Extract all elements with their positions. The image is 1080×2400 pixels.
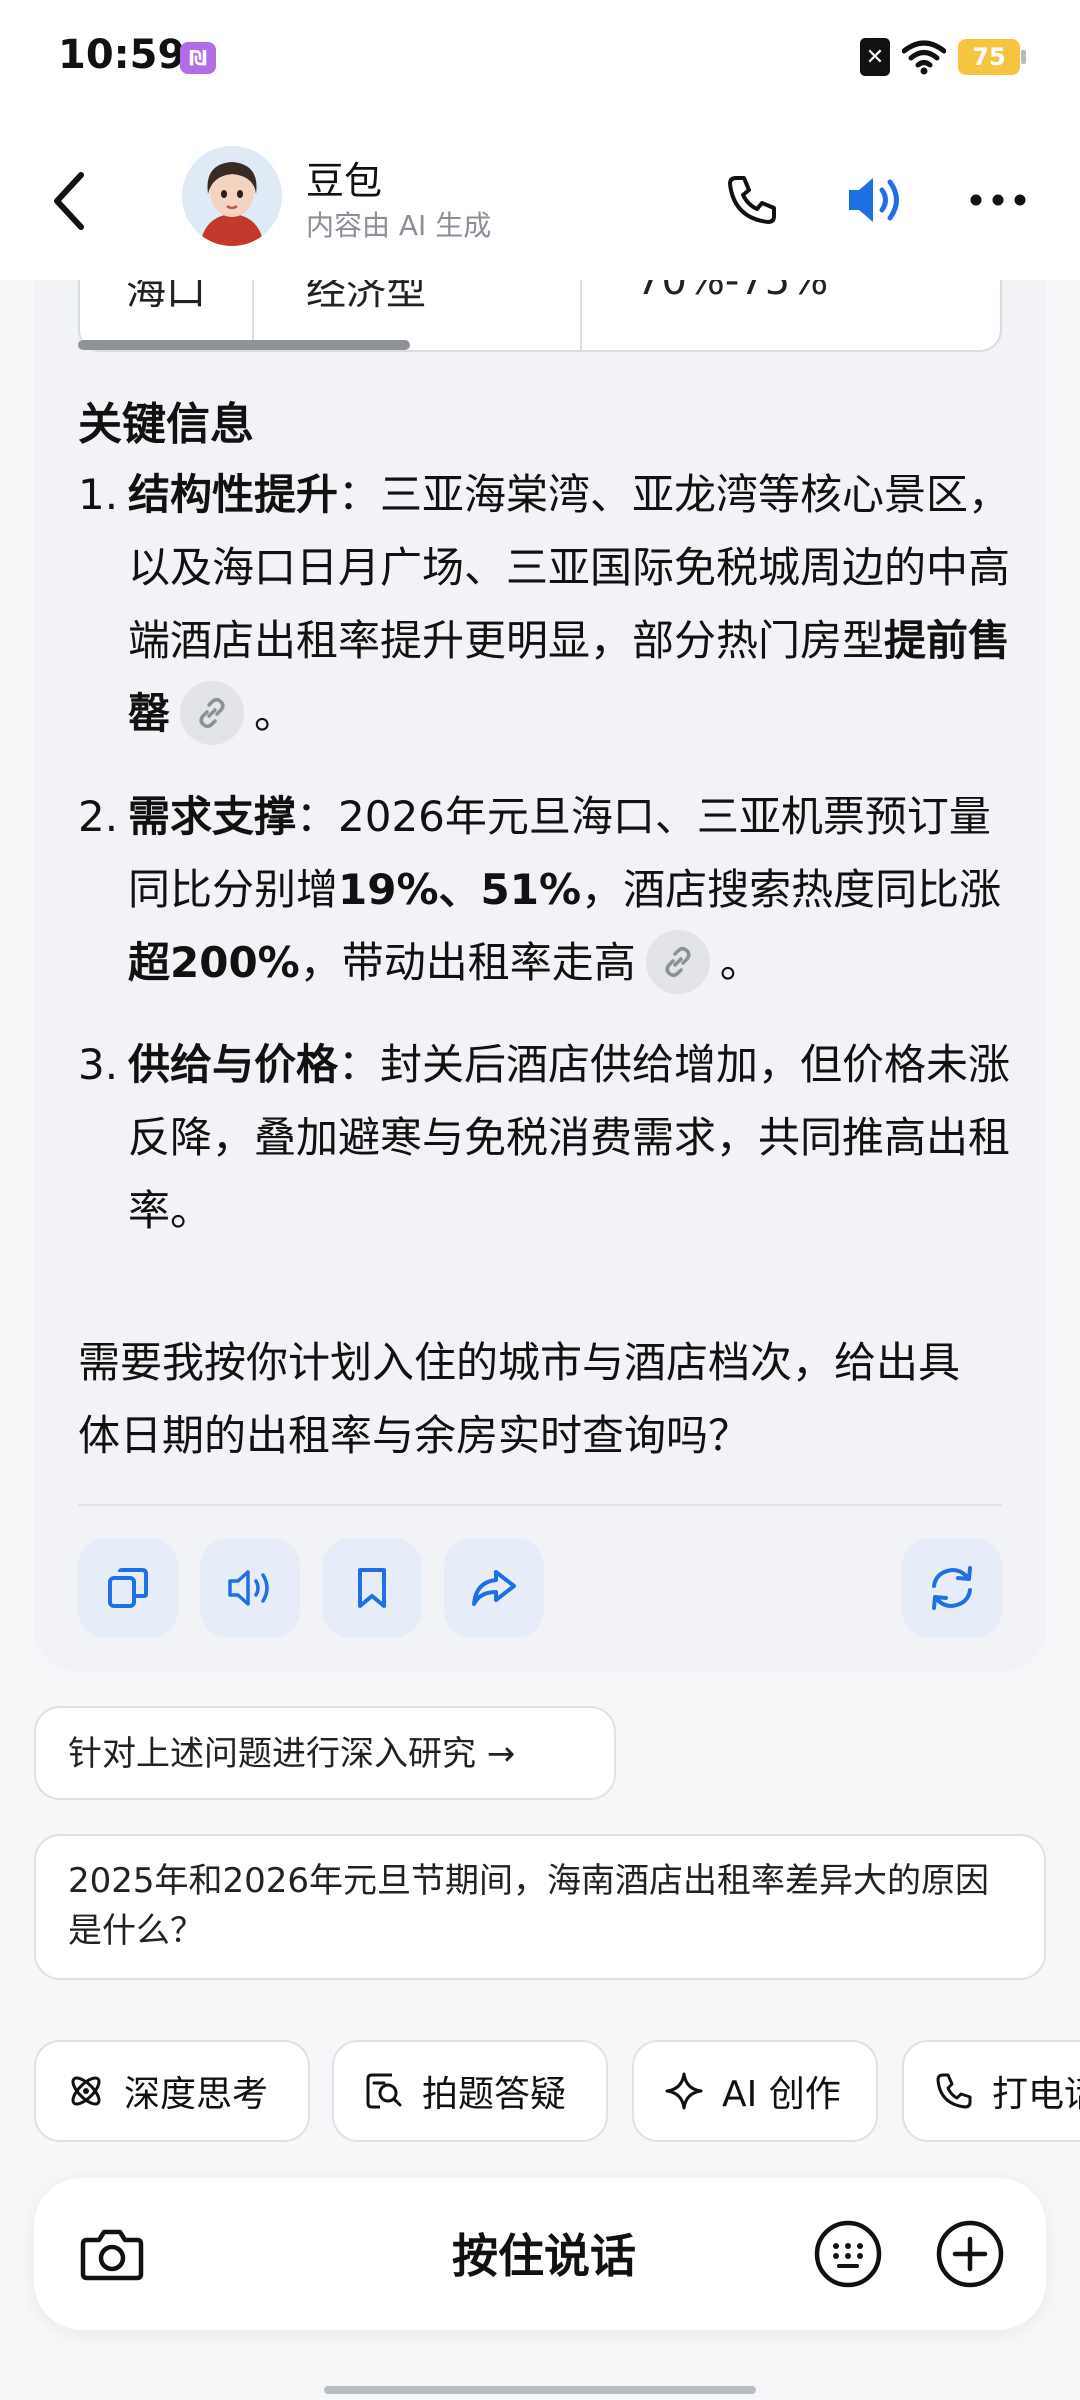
call-button[interactable] <box>716 164 788 236</box>
tool-label: 拍题答疑 <box>422 2074 567 2115</box>
link-icon <box>665 946 691 977</box>
bookmark-icon <box>358 1568 386 1608</box>
status-time: 10:59 <box>58 32 186 78</box>
copy-button[interactable] <box>78 1538 178 1638</box>
citation-link-button[interactable] <box>180 680 245 745</box>
table-cell: 70%-75% <box>636 280 829 304</box>
plus-icon <box>936 2220 1004 2288</box>
sparkle-icon <box>664 2071 704 2111</box>
tool-deep-thinking[interactable]: 深度思考 <box>34 2040 310 2142</box>
section-title: 关键信息 <box>78 399 254 450</box>
voice-output-button[interactable] <box>840 164 912 236</box>
keyboard-button[interactable] <box>810 2216 886 2292</box>
app-notification-icon: ₪ <box>180 42 216 74</box>
regenerate-icon <box>932 1566 972 1610</box>
home-indicator <box>324 2386 756 2394</box>
table-cell: 经济型 <box>306 280 426 314</box>
item-title: 供给与价格 <box>128 1040 339 1089</box>
atom-icon <box>66 2071 106 2111</box>
table-scrollbar[interactable] <box>78 340 410 350</box>
speaker-icon <box>849 178 899 222</box>
list-item: 3. 供给与价格：封关后酒店供给增加，但价格未涨反降，叠加避寒与免税消费需求，共… <box>78 1028 1018 1247</box>
more-button[interactable] <box>962 164 1034 236</box>
tool-call[interactable]: 打电话 <box>902 2040 1080 2142</box>
avatar-image <box>182 146 282 246</box>
item-tail: 。 <box>719 938 762 987</box>
chat-title: 豆包 <box>306 159 383 203</box>
back-button[interactable] <box>44 168 94 234</box>
list-item: 2. 需求支撑：2026年元旦海口、三亚机票预订量同比分别增19%、51%，酒店… <box>78 780 1018 999</box>
chat-header: 豆包 内容由 AI 生成 <box>0 120 1080 280</box>
list-item-text: 需求支撑：2026年元旦海口、三亚机票预订量同比分别增19%、51%，酒店搜索热… <box>128 780 1018 999</box>
camera-icon <box>80 2229 144 2281</box>
keyboard-icon <box>814 2220 882 2288</box>
list-number: 2. <box>78 792 119 841</box>
citation-link-button[interactable] <box>645 929 710 994</box>
photo-question-icon <box>364 2071 404 2111</box>
wifi-icon <box>902 40 946 75</box>
list-number: 1. <box>78 470 119 519</box>
bookmark-button[interactable] <box>322 1538 422 1638</box>
divider <box>78 1504 1002 1506</box>
tool-label: AI 创作 <box>722 2074 841 2115</box>
item-title: 需求支撑 <box>128 792 297 841</box>
list-item-text: 供给与价格：封关后酒店供给增加，但价格未涨反降，叠加避寒与免税消费需求，共同推高… <box>128 1028 1018 1247</box>
share-icon <box>472 1570 516 1606</box>
tool-ai-creation[interactable]: AI 创作 <box>632 2040 878 2142</box>
sim-off-icon: ✕ <box>860 38 890 76</box>
item-highlight: 超200% <box>128 938 300 987</box>
tool-photo-question[interactable]: 拍题答疑 <box>332 2040 608 2142</box>
list-item: 1. 结构性提升：三亚海棠湾、亚龙湾等核心景区，以及海口日月广场、三亚国际免税城… <box>78 458 1018 750</box>
input-bar: 按住说话 <box>34 2178 1046 2330</box>
item-title: 结构性提升 <box>128 470 339 519</box>
table-divider <box>580 280 582 350</box>
hold-to-talk-button[interactable]: 按住说话 <box>334 2220 754 2286</box>
camera-button[interactable] <box>74 2216 150 2292</box>
status-bar: 10:59 ₪ ✕ 75 <box>0 0 1080 120</box>
read-aloud-icon <box>228 1570 269 1606</box>
item-body: ，酒店搜索热度同比涨 <box>581 865 1002 914</box>
item-tail: 。 <box>254 689 297 738</box>
suggestion-deep-research[interactable]: 针对上述问题进行深入研究 → <box>34 1706 616 1800</box>
more-icon <box>970 194 1026 206</box>
table-cell: 海口 <box>126 280 206 314</box>
assistant-message-card: 海口 经济型 70%-75% 关键信息 1. 结构性提升：三亚海棠湾、亚龙湾等核… <box>34 280 1046 1672</box>
list-item-text: 结构性提升：三亚海棠湾、亚龙湾等核心景区，以及海口日月广场、三亚国际免税城周边的… <box>128 458 1018 750</box>
copy-icon <box>108 1568 148 1608</box>
follow-up-question: 需要我按你计划入住的城市与酒店档次，给出具体日期的出租率与余房实时查询吗？ <box>78 1338 961 1460</box>
item-body: ，带动出租率走高 <box>299 938 636 987</box>
phone-icon <box>934 2071 974 2111</box>
item-highlight: 19%、51% <box>338 865 582 914</box>
tool-label: 深度思考 <box>124 2074 269 2115</box>
read-aloud-button[interactable] <box>200 1538 300 1638</box>
chat-subtitle: 内容由 AI 生成 <box>306 209 492 242</box>
regenerate-button[interactable] <box>902 1538 1002 1638</box>
share-button[interactable] <box>444 1538 544 1638</box>
suggestion-question[interactable]: 2025年和2026年元旦节期间，海南酒店出租率差异大的原因是什么？ <box>34 1834 1046 1980</box>
battery-icon: 75 <box>958 39 1026 75</box>
link-icon <box>199 697 225 728</box>
back-icon <box>54 172 84 230</box>
status-icons: ✕ 75 <box>860 38 1026 76</box>
tool-label: 打电话 <box>992 2074 1080 2115</box>
phone-icon <box>728 176 776 224</box>
plus-button[interactable] <box>932 2216 1008 2292</box>
avatar[interactable] <box>182 146 282 246</box>
list-number: 3. <box>78 1040 119 1089</box>
